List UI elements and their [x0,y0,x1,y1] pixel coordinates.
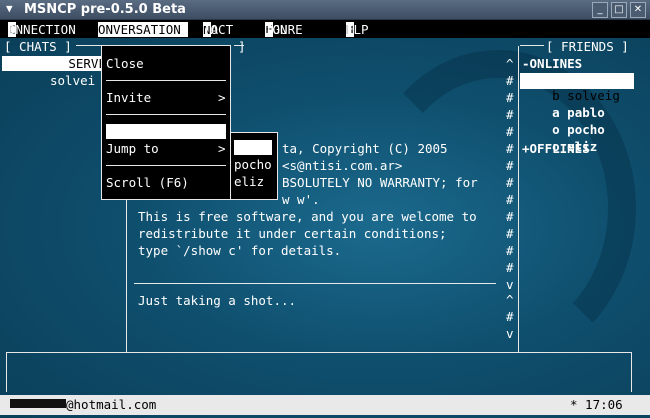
menubar: CONNECTION CONVERSATION CONTACT CONFIGUR… [0,20,650,38]
chat-log-line: ta, Copyright (C) 2005 [282,141,448,156]
chats-header: [ CHATS ] [4,39,72,54]
scroll-track[interactable]: # [506,243,514,258]
onlines-group[interactable]: -ONLINES [522,56,582,71]
terminal-area: CONNECTION CONVERSATION CONTACT CONFIGUR… [0,20,650,418]
status-time: * 17:06 [570,397,623,412]
invite-arrow-icon: > [218,90,226,105]
input-scroll-up-arrow[interactable]: ^ [506,292,514,307]
friend-item-solveig[interactable]: b solveig [520,73,634,103]
chat-log-line: type `/show c' for details. [138,243,342,258]
bottom-pane-left [6,352,7,392]
input-scroll-down-arrow[interactable]: v [506,326,514,341]
menu-item-invite[interactable]: Invite [106,90,151,105]
bottom-pane-right [631,352,632,392]
menu-item-close[interactable]: Close [106,56,144,71]
menu-item-jump-to[interactable]: Jump to [106,141,159,156]
menu-separator [106,80,226,81]
scroll-down-arrow[interactable]: v [506,277,514,292]
scroll-track[interactable]: # [506,175,514,190]
friends-divider-vertical [518,46,519,352]
scroll-track[interactable]: # [506,226,514,241]
chat-item-server[interactable]: SERVE [2,56,106,71]
new-chat-arrow-icon: > [218,124,226,139]
scroll-track[interactable]: # [506,73,514,88]
scroll-up-arrow[interactable]: ^ [506,56,514,71]
scroll-track[interactable]: # [506,158,514,173]
account-redaction [10,399,66,408]
friends-header: [ FRIENDS ] [546,39,629,54]
minimize-button[interactable]: _ [592,2,608,18]
chat-item-solveig[interactable]: solvei [50,73,95,88]
submenu-item-pocho[interactable]: pocho [234,157,272,172]
chat-log-line: redistribute it under certain conditions… [138,226,447,241]
status-bar: @hotmail.com * 17:06 [0,395,650,415]
window-title: MSNCP pre-0.5.0 Beta [24,2,186,17]
scroll-track[interactable]: # [506,124,514,139]
scroll-track[interactable]: # [506,260,514,275]
chat-log-line: BSOLUTELY NO WARRANTY; for [282,175,478,190]
input-separator [134,283,496,284]
maximize-button[interactable]: □ [611,2,627,18]
scroll-track[interactable]: # [506,141,514,156]
menu-separator [106,114,226,115]
jump-to-arrow-icon: > [218,141,226,156]
scroll-track[interactable]: # [506,107,514,122]
window-menu-icon[interactable]: ▼ [6,2,13,15]
account-label: @hotmail.com [66,397,157,412]
bottom-pane-top [6,352,632,353]
chats-header-bracket: ] [238,39,246,54]
menu-separator [106,165,226,166]
conversation-menu: Close Invite > New chat with > Jump to > … [101,45,231,200]
offlines-group[interactable]: +OFFLINES [522,141,590,156]
scroll-track[interactable]: # [506,192,514,207]
chat-log-line: w w'. [282,192,320,207]
chat-log-line: This is free software, and you are welco… [138,209,477,224]
scroll-track[interactable]: # [506,90,514,105]
menu-item-new-chat-with[interactable]: New chat with > [106,124,226,139]
submenu-item-pablo[interactable]: pablo [234,140,272,155]
input-scroll-track[interactable]: # [506,309,514,324]
scroll-track[interactable]: # [506,209,514,224]
window-titlebar: ▼ MSNCP pre-0.5.0 Beta _ □ ✕ [0,0,650,20]
close-button[interactable]: ✕ [630,2,646,18]
new-chat-submenu: pablo pocho eliz [230,132,278,200]
menu-item-scroll[interactable]: Scroll (F6) [106,175,189,190]
message-input[interactable]: Just taking a shot... [138,293,296,308]
chat-log-line: <s@ntisi.com.ar> [282,158,403,173]
submenu-item-eliz[interactable]: eliz [234,174,264,189]
friends-frame-top [520,45,544,46]
